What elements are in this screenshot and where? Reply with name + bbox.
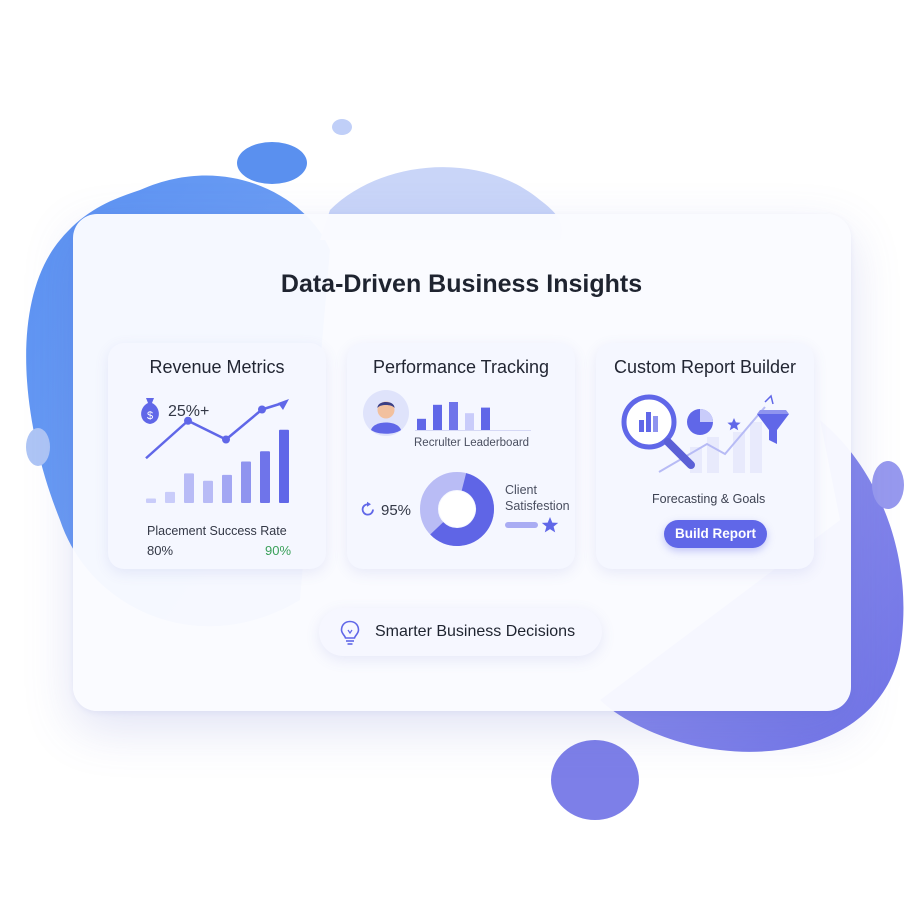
smarter-decisions-pill: Smarter Business Decisions bbox=[319, 608, 602, 656]
leaderboard-bar bbox=[417, 418, 426, 430]
leaderboard-label: Recrulter Leaderboard bbox=[414, 437, 530, 449]
satisfaction-bar bbox=[505, 522, 538, 528]
revenue-bar bbox=[260, 451, 270, 503]
recruiter-avatar-icon bbox=[363, 390, 409, 436]
star-icon bbox=[541, 517, 559, 533]
revenue-bar bbox=[279, 429, 289, 503]
revenue-trend-point bbox=[258, 405, 266, 414]
smarter-decisions-label: Smarter Business Decisions bbox=[375, 623, 576, 640]
leaderboard-bar bbox=[465, 413, 474, 430]
revenue-bar bbox=[203, 480, 213, 503]
blob-oval-bottom bbox=[551, 740, 639, 820]
donut-hole bbox=[439, 491, 475, 527]
placement-success-caption: Placement Success Rate bbox=[147, 524, 287, 538]
magnifier-chart-icon bbox=[621, 394, 695, 469]
satisfaction-percent: 95% bbox=[381, 502, 412, 519]
revenue-bar bbox=[146, 498, 156, 503]
report-star-icon bbox=[727, 418, 741, 431]
refresh-icon bbox=[361, 501, 374, 516]
leaderboard-bar bbox=[433, 404, 442, 430]
performance-tracking-title: Performance Tracking bbox=[372, 357, 550, 377]
revenue-trend-point bbox=[184, 416, 192, 425]
pie-chart-icon bbox=[687, 409, 713, 435]
lightbulb-icon bbox=[340, 620, 360, 645]
blob-oval-a bbox=[237, 142, 307, 184]
blob-oval-right bbox=[872, 461, 904, 509]
leaderboard-chart bbox=[415, 402, 531, 431]
custom-report-title: Custom Report Builder bbox=[613, 357, 797, 377]
page-title: Data-Driven Business Insights bbox=[280, 270, 643, 298]
satisfaction-donut bbox=[420, 472, 494, 546]
revenue-bar bbox=[184, 473, 194, 503]
revenue-trend-point bbox=[222, 435, 230, 444]
revenue-bar bbox=[241, 461, 251, 503]
blob-oval-b bbox=[332, 119, 352, 135]
placement-value-left: 80% bbox=[147, 543, 174, 558]
blob-oval-left bbox=[26, 428, 50, 466]
revenue-trend-arrow bbox=[278, 399, 289, 410]
build-report-button[interactable]: Build Report bbox=[664, 520, 767, 548]
placement-value-right: 90% bbox=[265, 543, 292, 558]
satisfaction-label-2: Satisfestion bbox=[505, 499, 570, 513]
leaderboard-bar bbox=[449, 402, 458, 430]
leaderboard-bar bbox=[481, 407, 490, 430]
revenue-bar bbox=[222, 474, 232, 503]
satisfaction-label-1: Client bbox=[505, 483, 537, 497]
report-illustration bbox=[621, 394, 789, 473]
revenue-metrics-title: Revenue Metrics bbox=[149, 357, 285, 377]
revenue-bar bbox=[165, 491, 175, 503]
revenue-chart bbox=[145, 399, 289, 503]
forecasting-caption: Forecasting & Goals bbox=[652, 492, 766, 506]
